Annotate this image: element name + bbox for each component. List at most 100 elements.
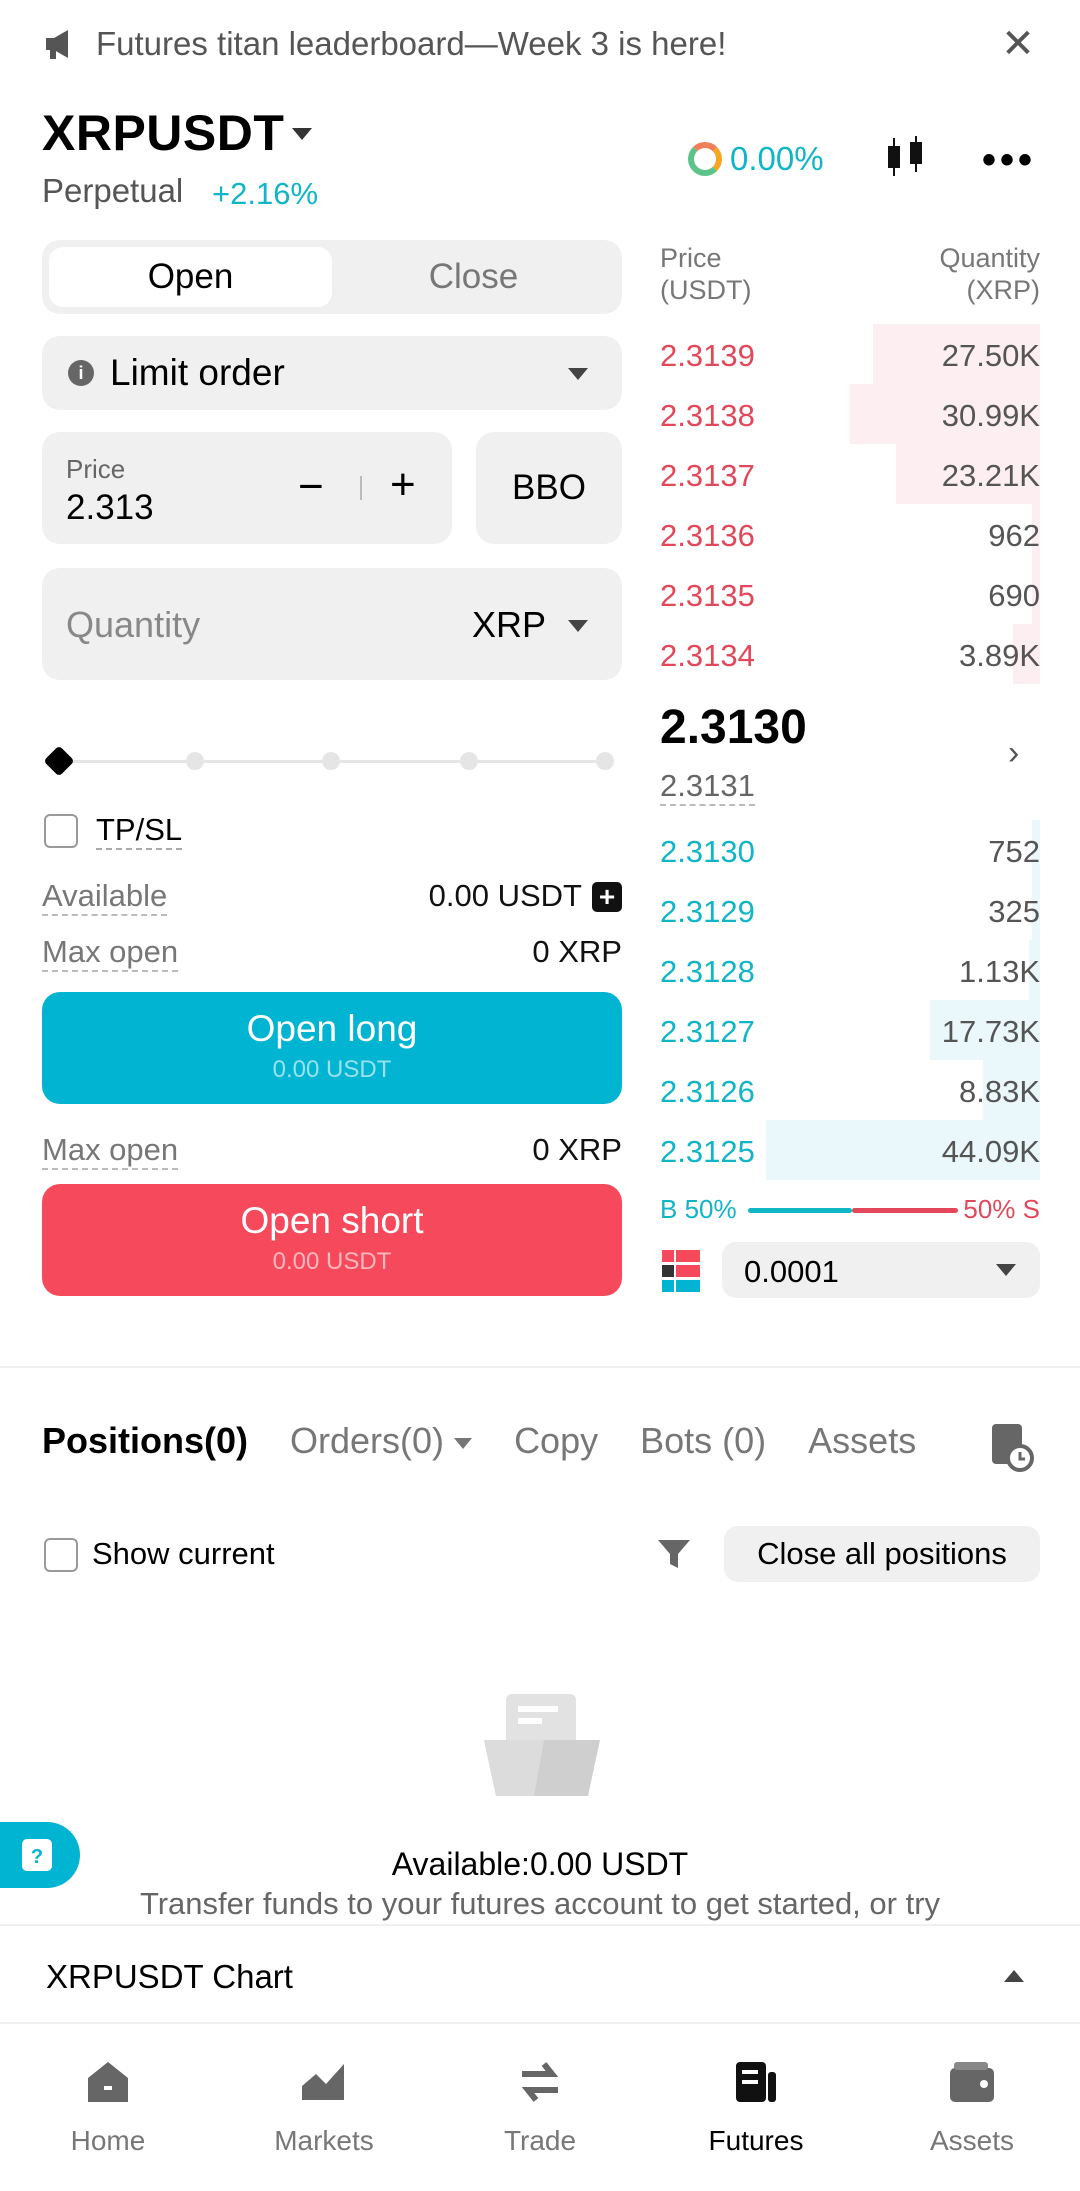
nav-assets[interactable]: Assets	[864, 2026, 1080, 2191]
trade-icon	[521, 2062, 559, 2102]
increment-button[interactable]: +	[390, 460, 416, 510]
max-open-long-value: 0 XRP	[532, 934, 622, 969]
open-short-cost: 0.00 USDT	[272, 1248, 392, 1275]
show-current-checkbox[interactable]	[44, 1538, 78, 1572]
ask-price: 2.3134	[660, 638, 755, 673]
ask-quantity: 23.21K	[941, 458, 1040, 493]
empty-hint: Transfer funds to your futures account t…	[139, 1886, 941, 1921]
nav-home-label: Home	[70, 2125, 146, 2156]
ask-quantity: 27.50K	[941, 338, 1040, 373]
bottom-nav: Home Markets Trade Futures Assets	[0, 2026, 1080, 2191]
order-type-select[interactable]: i Limit order	[42, 336, 622, 410]
nav-trade-label: Trade	[503, 2125, 577, 2156]
ask-row[interactable]: 2.3138 30.99K	[660, 384, 1040, 444]
tab-positions[interactable]: Positions(0)	[42, 1420, 248, 1462]
nav-futures[interactable]: Futures	[648, 2026, 864, 2191]
bbo-button[interactable]: BBO	[476, 432, 622, 544]
precision-select[interactable]: 0.0001	[722, 1242, 1040, 1298]
bid-quantity: 1.13K	[958, 954, 1040, 989]
announcement-text: Futures titan leaderboard—Week 3 is here…	[96, 25, 727, 62]
price-change: +2.16%	[212, 176, 319, 211]
open-long-label: Open long	[246, 1008, 418, 1049]
open-long-button[interactable]: Open long 0.00 USDT	[42, 992, 622, 1104]
symbol-dropdown-icon[interactable]	[292, 128, 312, 140]
bid-quantity: 17.73K	[941, 1014, 1040, 1049]
chevron-right-icon[interactable]: ›	[1008, 734, 1019, 773]
chart-toggle-bar[interactable]: XRPUSDT Chart	[0, 1924, 1080, 2024]
price-value[interactable]: 2.313	[66, 488, 154, 528]
ask-row[interactable]: 2.3137 23.21K	[660, 444, 1040, 504]
max-open-label[interactable]: Max open	[42, 1132, 179, 1170]
bid-row[interactable]: 2.3130 752	[660, 820, 1040, 880]
history-icon[interactable]	[990, 1422, 1034, 1472]
available-label[interactable]: Available	[42, 878, 168, 916]
more-icon[interactable]: •••	[982, 140, 1036, 180]
ask-quantity: 962	[988, 518, 1040, 553]
bid-price: 2.3126	[660, 1074, 755, 1109]
tab-open[interactable]: Open	[49, 247, 332, 307]
close-icon[interactable]: ✕	[996, 22, 1040, 66]
bid-row[interactable]: 2.3129 325	[660, 880, 1040, 940]
open-long-cost: 0.00 USDT	[272, 1056, 392, 1083]
funding-rate[interactable]: 0.00%	[688, 140, 824, 178]
tpsl-label[interactable]: TP/SL	[96, 812, 183, 850]
ask-row[interactable]: 2.3134 3.89K	[660, 624, 1040, 684]
nav-trade[interactable]: Trade	[432, 2026, 648, 2191]
quantity-input[interactable]: Quantity XRP	[42, 568, 622, 680]
positions-tabs: Positions(0) Orders(0) Copy Bots (0) Ass…	[42, 1420, 972, 1462]
ask-price: 2.3139	[660, 338, 755, 373]
symbol-title[interactable]: XRPUSDT	[42, 104, 284, 162]
megaphone-icon	[46, 30, 68, 59]
chevron-down-icon	[568, 368, 588, 380]
slider-tick-25[interactable]	[186, 752, 204, 770]
bid-row[interactable]: 2.3126 8.83K	[660, 1060, 1040, 1120]
chevron-up-icon[interactable]	[1004, 1970, 1024, 1982]
divider	[360, 476, 362, 500]
nav-home[interactable]: Home	[0, 2026, 216, 2191]
tab-close[interactable]: Close	[332, 247, 615, 307]
orderbook-layout-icon[interactable]	[662, 1250, 700, 1292]
close-all-positions-button[interactable]: Close all positions	[724, 1526, 1040, 1582]
ask-price: 2.3136	[660, 518, 755, 553]
price-header-unit: (USDT)	[660, 275, 752, 305]
bid-row[interactable]: 2.3127 17.73K	[660, 1000, 1040, 1060]
chevron-down-icon[interactable]	[568, 620, 588, 632]
quantity-unit[interactable]: XRP	[472, 604, 546, 646]
sell-ratio-bar	[852, 1208, 958, 1213]
ask-price: 2.3138	[660, 398, 755, 433]
nav-futures-label: Futures	[708, 2125, 804, 2156]
ask-row[interactable]: 2.3135 690	[660, 564, 1040, 624]
nav-markets[interactable]: Markets	[216, 2026, 432, 2191]
bid-row[interactable]: 2.3128 1.13K	[660, 940, 1040, 1000]
tab-bots[interactable]: Bots (0)	[640, 1420, 766, 1462]
filter-icon[interactable]	[656, 1536, 692, 1572]
show-current-label[interactable]: Show current	[92, 1536, 275, 1572]
bid-price: 2.3130	[660, 834, 755, 869]
slider-tick-75[interactable]	[460, 752, 478, 770]
add-funds-icon[interactable]: +	[592, 882, 622, 912]
slider-tick-50[interactable]	[322, 752, 340, 770]
announcement-bar[interactable]: Futures titan leaderboard—Week 3 is here…	[0, 0, 1080, 88]
mark-price[interactable]: 2.3131	[660, 768, 755, 806]
open-short-button[interactable]: Open short 0.00 USDT	[42, 1184, 622, 1296]
tab-copy[interactable]: Copy	[514, 1420, 598, 1462]
ask-row[interactable]: 2.3136 962	[660, 504, 1040, 564]
chevron-down-icon	[996, 1264, 1016, 1276]
slider-handle[interactable]	[43, 745, 75, 777]
tab-assets[interactable]: Assets	[808, 1420, 916, 1462]
ask-row[interactable]: 2.3139 27.50K	[660, 324, 1040, 384]
help-button[interactable]: ?	[0, 1822, 80, 1888]
wallet-icon	[950, 2062, 994, 2102]
chevron-down-icon	[454, 1437, 473, 1449]
max-open-label[interactable]: Max open	[42, 934, 179, 972]
tab-orders[interactable]: Orders(0)	[290, 1420, 473, 1462]
price-input[interactable]: Price 2.313 − +	[42, 432, 452, 544]
bid-row[interactable]: 2.3125 44.09K	[660, 1120, 1040, 1180]
funding-rate-value: 0.00%	[730, 140, 824, 177]
bid-quantity: 44.09K	[941, 1134, 1040, 1169]
decrement-button[interactable]: −	[298, 462, 324, 512]
tpsl-checkbox[interactable]	[44, 814, 78, 848]
bid-price: 2.3125	[660, 1134, 755, 1169]
slider-tick-100[interactable]	[596, 752, 614, 770]
candlestick-chart-icon[interactable]	[882, 132, 930, 180]
